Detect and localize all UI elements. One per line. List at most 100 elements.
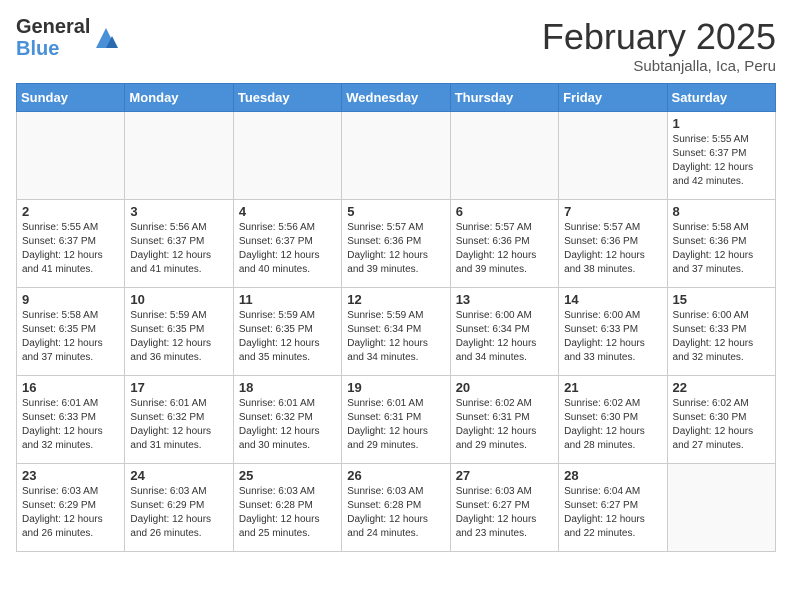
calendar-cell: 5Sunrise: 5:57 AM Sunset: 6:36 PM Daylig… [342,200,450,288]
day-number: 15 [673,292,770,307]
day-info: Sunrise: 5:58 AM Sunset: 6:35 PM Dayligh… [22,309,119,365]
calendar-cell: 15 Sunrise: 6:00 AM Sunset: 6:33 PM Dayli… [667,288,775,376]
month-title: February 2025 [542,16,776,58]
calendar-cell: 26Sunrise: 6:03 AM Sunset: 6:28 PM Dayli… [342,464,450,552]
day-number: 19 [347,380,444,395]
calendar-cell: 3Sunrise: 5:56 AM Sunset: 6:37 PM Daylig… [125,200,233,288]
calendar-cell: 14 Sunrise: 6:00 AM Sunset: 6:33 PM Dayli… [559,288,667,376]
day-number: 18 [239,380,336,395]
day-info: Sunrise: 5:59 AM Sunset: 6:34 PM Dayligh… [347,309,444,365]
day-info: Sunrise: 5:59 AM Sunset: 6:35 PM Dayligh… [239,309,336,365]
day-number: 23 [22,468,119,483]
calendar-cell: 25 Sunrise: 6:03 AM Sunset: 6:28 PM Dayli… [233,464,341,552]
day-info: Sunrise: 6:02 AM Sunset: 6:30 PM Dayligh… [673,397,770,453]
day-number: 4 [239,204,336,219]
day-number: 7 [564,204,661,219]
calendar-cell: 16 Sunrise: 6:01 AM Sunset: 6:33 PM Dayli… [17,376,125,464]
calendar-cell: 2 Sunrise: 5:55 AM Sunset: 6:37 PM Daylig… [17,200,125,288]
calendar-week-row: 23 Sunrise: 6:03 AM Sunset: 6:29 PM Dayli… [17,464,776,552]
calendar-cell: 23 Sunrise: 6:03 AM Sunset: 6:29 PM Dayli… [17,464,125,552]
day-number: 25 [239,468,336,483]
calendar-cell: 24 Sunrise: 6:03 AM Sunset: 6:29 PM Dayli… [125,464,233,552]
day-number: 2 [22,204,119,219]
day-info: Sunrise: 6:01 AM Sunset: 6:31 PM Dayligh… [347,397,444,453]
day-info: Sunrise: 6:03 AM Sunset: 6:28 PM Dayligh… [347,485,444,541]
day-info: Sunrise: 6:04 AM Sunset: 6:27 PM Dayligh… [564,485,661,541]
calendar-cell [17,112,125,200]
calendar-week-row: 2 Sunrise: 5:55 AM Sunset: 6:37 PM Daylig… [17,200,776,288]
weekday-header: Thursday [450,84,558,112]
calendar-cell: 11 Sunrise: 5:59 AM Sunset: 6:35 PM Dayli… [233,288,341,376]
logo-icon [92,24,120,52]
day-number: 20 [456,380,553,395]
calendar-cell: 28 Sunrise: 6:04 AM Sunset: 6:27 PM Dayli… [559,464,667,552]
calendar-cell [342,112,450,200]
calendar-cell: 19 Sunrise: 6:01 AM Sunset: 6:31 PM Dayli… [342,376,450,464]
day-number: 14 [564,292,661,307]
day-info: Sunrise: 5:56 AM Sunset: 6:37 PM Dayligh… [239,221,336,277]
calendar-cell [125,112,233,200]
calendar-cell: 4 Sunrise: 5:56 AM Sunset: 6:37 PM Daylig… [233,200,341,288]
day-number: 8 [673,204,770,219]
calendar-cell: 6Sunrise: 5:57 AM Sunset: 6:36 PM Daylig… [450,200,558,288]
day-info: Sunrise: 6:03 AM Sunset: 6:27 PM Dayligh… [456,485,553,541]
logo: General Blue [16,16,120,60]
calendar-week-row: 9 Sunrise: 5:58 AM Sunset: 6:35 PM Daylig… [17,288,776,376]
day-info: Sunrise: 5:55 AM Sunset: 6:37 PM Dayligh… [22,221,119,277]
day-number: 16 [22,380,119,395]
day-number: 3 [130,204,227,219]
calendar-cell: 13 Sunrise: 6:00 AM Sunset: 6:34 PM Dayli… [450,288,558,376]
day-number: 13 [456,292,553,307]
weekday-header: Wednesday [342,84,450,112]
calendar-cell: 27 Sunrise: 6:03 AM Sunset: 6:27 PM Dayli… [450,464,558,552]
day-info: Sunrise: 6:02 AM Sunset: 6:30 PM Dayligh… [564,397,661,453]
day-info: Sunrise: 6:01 AM Sunset: 6:33 PM Dayligh… [22,397,119,453]
calendar-cell: 1Sunrise: 5:55 AM Sunset: 6:37 PM Daylig… [667,112,775,200]
day-number: 21 [564,380,661,395]
day-info: Sunrise: 5:57 AM Sunset: 6:36 PM Dayligh… [564,221,661,277]
calendar-cell [667,464,775,552]
day-info: Sunrise: 6:02 AM Sunset: 6:31 PM Dayligh… [456,397,553,453]
calendar-cell: 20 Sunrise: 6:02 AM Sunset: 6:31 PM Dayli… [450,376,558,464]
weekday-header: Friday [559,84,667,112]
calendar-cell [450,112,558,200]
weekday-header: Saturday [667,84,775,112]
day-info: Sunrise: 6:00 AM Sunset: 6:34 PM Dayligh… [456,309,553,365]
day-info: Sunrise: 6:03 AM Sunset: 6:29 PM Dayligh… [130,485,227,541]
day-number: 5 [347,204,444,219]
day-number: 24 [130,468,227,483]
weekday-header: Tuesday [233,84,341,112]
calendar-cell: 9 Sunrise: 5:58 AM Sunset: 6:35 PM Daylig… [17,288,125,376]
day-number: 6 [456,204,553,219]
day-number: 17 [130,380,227,395]
logo-general: General [16,16,90,38]
day-number: 28 [564,468,661,483]
weekday-header-row: SundayMondayTuesdayWednesdayThursdayFrid… [17,84,776,112]
calendar-cell: 22 Sunrise: 6:02 AM Sunset: 6:30 PM Dayli… [667,376,775,464]
day-number: 27 [456,468,553,483]
calendar-table: SundayMondayTuesdayWednesdayThursdayFrid… [16,83,776,552]
calendar-cell: 21 Sunrise: 6:02 AM Sunset: 6:30 PM Dayli… [559,376,667,464]
weekday-header: Sunday [17,84,125,112]
page-header: General Blue February 2025 Subtanjalla, … [16,16,776,75]
day-number: 10 [130,292,227,307]
day-info: Sunrise: 5:58 AM Sunset: 6:36 PM Dayligh… [673,221,770,277]
calendar-cell: 18 Sunrise: 6:01 AM Sunset: 6:32 PM Dayli… [233,376,341,464]
day-info: Sunrise: 6:03 AM Sunset: 6:28 PM Dayligh… [239,485,336,541]
calendar-cell: 17Sunrise: 6:01 AM Sunset: 6:32 PM Dayli… [125,376,233,464]
day-info: Sunrise: 5:59 AM Sunset: 6:35 PM Dayligh… [130,309,227,365]
day-info: Sunrise: 6:00 AM Sunset: 6:33 PM Dayligh… [673,309,770,365]
day-info: Sunrise: 6:03 AM Sunset: 6:29 PM Dayligh… [22,485,119,541]
calendar-cell: 12 Sunrise: 5:59 AM Sunset: 6:34 PM Dayli… [342,288,450,376]
day-info: Sunrise: 6:00 AM Sunset: 6:33 PM Dayligh… [564,309,661,365]
day-number: 12 [347,292,444,307]
location-subtitle: Subtanjalla, Ica, Peru [542,58,776,75]
day-info: Sunrise: 6:01 AM Sunset: 6:32 PM Dayligh… [239,397,336,453]
day-number: 11 [239,292,336,307]
calendar-cell: 10 Sunrise: 5:59 AM Sunset: 6:35 PM Dayli… [125,288,233,376]
day-number: 1 [673,116,770,131]
day-number: 9 [22,292,119,307]
logo-blue: Blue [16,38,90,60]
calendar-cell: 7 Sunrise: 5:57 AM Sunset: 6:36 PM Daylig… [559,200,667,288]
day-number: 22 [673,380,770,395]
